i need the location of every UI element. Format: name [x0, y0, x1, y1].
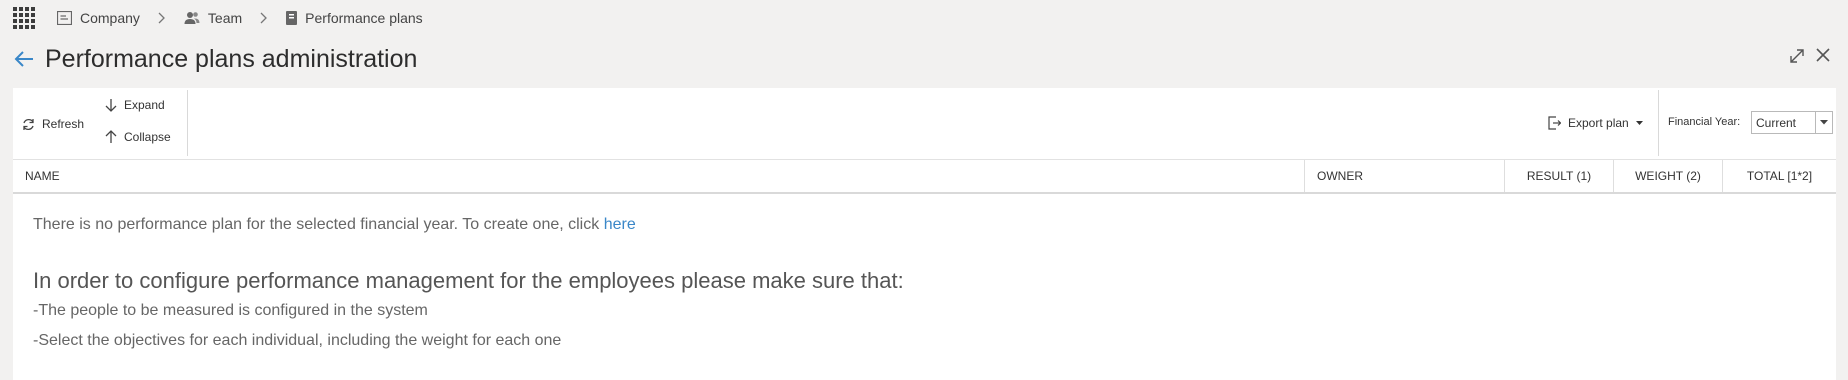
apps-grid-icon[interactable]: [13, 7, 35, 29]
arrow-up-icon: [105, 130, 117, 143]
column-header-total[interactable]: TOTAL [1*2]: [1723, 160, 1836, 192]
breadcrumb: Company Team Performance plans: [57, 0, 423, 36]
column-header-name[interactable]: NAME: [13, 160, 1305, 192]
page-title: Performance plans administration: [45, 45, 418, 73]
empty-message: There is no performance plan for the sel…: [33, 216, 636, 234]
column-header-owner[interactable]: OWNER: [1305, 160, 1505, 192]
breadcrumb-item-team[interactable]: Team: [184, 10, 242, 26]
table-header: NAME OWNER RESULT (1) WEIGHT (2) TOTAL […: [13, 160, 1836, 194]
create-plan-link[interactable]: here: [604, 216, 636, 233]
export-icon: [1548, 116, 1561, 130]
breadcrumb-label: Team: [207, 10, 243, 26]
toolbar-divider: [187, 90, 188, 156]
caret-down-icon: [1635, 120, 1643, 125]
close-icon[interactable]: [1815, 47, 1831, 63]
top-bar: Company Team Performance plans: [0, 0, 1848, 36]
config-heading: In order to configure performance manage…: [33, 268, 904, 293]
column-header-weight[interactable]: WEIGHT (2): [1614, 160, 1723, 192]
refresh-icon: [23, 118, 34, 130]
maximize-icon[interactable]: [1789, 48, 1805, 64]
column-header-result[interactable]: RESULT (1): [1505, 160, 1614, 192]
arrow-down-icon: [105, 99, 117, 112]
breadcrumb-label: Company: [80, 10, 140, 26]
document-icon: [286, 11, 298, 25]
company-icon: [57, 11, 72, 25]
config-item: -Select the objectives for each individu…: [33, 332, 562, 349]
team-icon: [184, 12, 200, 24]
back-arrow-icon[interactable]: [13, 48, 35, 70]
financial-year-label: Financial Year:: [1668, 116, 1741, 128]
chevron-right-icon: [260, 12, 268, 24]
financial-year-value: Current: [1756, 115, 1797, 130]
chevron-right-icon: [158, 12, 166, 24]
expand-label: Expand: [124, 98, 165, 112]
caret-down-icon: [1815, 112, 1832, 133]
collapse-label: Collapse: [124, 130, 171, 144]
collapse-button[interactable]: Collapse: [105, 120, 171, 154]
export-plan-button[interactable]: Export plan: [1548, 116, 1643, 130]
toolbar: Refresh Expand Collapse Export plan Fina…: [13, 88, 1836, 160]
config-item: -The people to be measured is configured…: [33, 302, 428, 319]
expand-button[interactable]: Expand: [105, 88, 165, 122]
export-plan-label: Export plan: [1568, 116, 1629, 130]
financial-year-select[interactable]: Current: [1751, 111, 1833, 134]
empty-message-text: There is no performance plan for the sel…: [33, 216, 600, 233]
refresh-button[interactable]: Refresh: [22, 117, 84, 131]
title-row: Performance plans administration: [0, 40, 1848, 80]
breadcrumb-label: Performance plans: [305, 10, 423, 26]
breadcrumb-item-company[interactable]: Company: [57, 10, 140, 26]
breadcrumb-item-performance-plans[interactable]: Performance plans: [286, 10, 423, 26]
toolbar-divider: [1658, 90, 1659, 156]
refresh-label: Refresh: [42, 117, 85, 131]
